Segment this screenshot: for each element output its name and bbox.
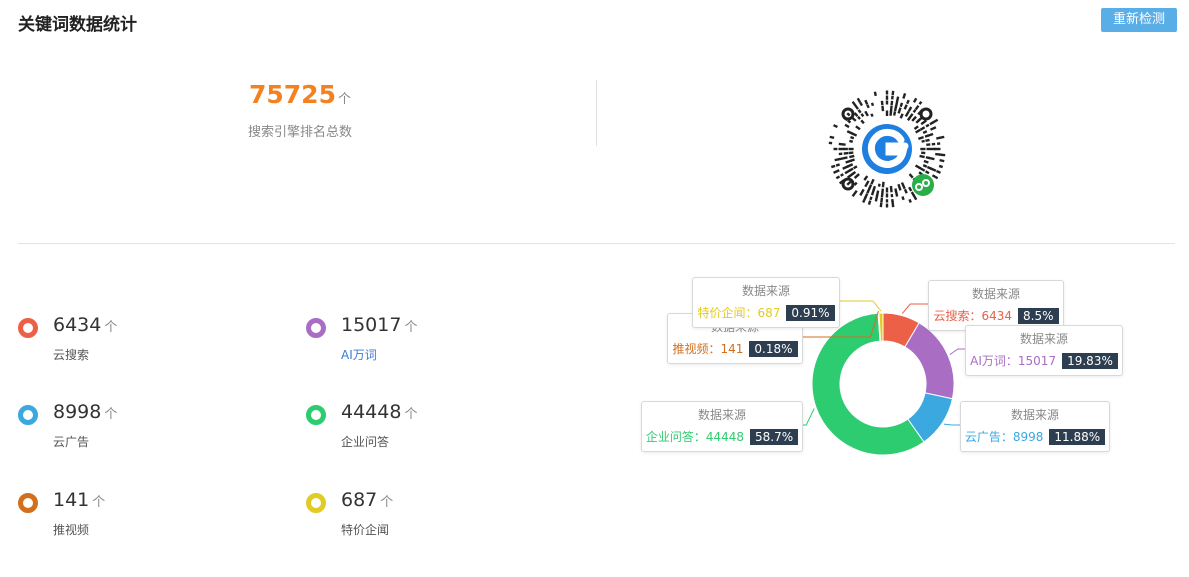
tooltip-title: 数据来源 <box>1019 332 1068 346</box>
stat-value: 6434 <box>53 314 102 336</box>
tooltip-label: 推视频：141 <box>672 342 744 356</box>
enterprise-qa-dot-icon <box>306 405 326 425</box>
tooltip-label: 企业问答：44448 <box>645 430 745 444</box>
stat-value: 44448 <box>341 401 402 423</box>
horizontal-divider <box>18 243 1175 244</box>
yun-ads-dot-icon <box>18 405 38 425</box>
leader-line <box>901 303 928 314</box>
slice-enterprise-qa[interactable] <box>811 312 925 456</box>
tooltip-percent: 8.5% <box>1018 307 1059 324</box>
stat-label: 云广告 <box>53 435 90 449</box>
mini-program-qr-code-icon[interactable] <box>826 88 948 210</box>
tooltip-ai-words: 数据来源 AI万词：15017 19.83% <box>965 325 1123 376</box>
total-label: 搜索引擎排名总数 <box>247 125 352 140</box>
stat-label: 推视频 <box>53 523 90 537</box>
tooltip-enterprise-qa: 数据来源企业问答：44448 58.7% <box>641 401 803 452</box>
tooltip-title: 数据来源 <box>1010 408 1059 422</box>
slice-push-video[interactable] <box>877 312 882 342</box>
leader-line <box>943 423 960 426</box>
push-video-dot-icon <box>18 493 38 513</box>
leader-line <box>840 300 882 312</box>
tooltip-percent: 58.7% <box>750 428 799 445</box>
stat-label: 云搜索 <box>53 348 90 362</box>
ai-words-dot-icon <box>306 318 326 338</box>
stat-unit: 个 <box>104 407 118 422</box>
slice-ai-words[interactable] <box>904 322 955 400</box>
tooltip-percent: 0.91% <box>786 304 835 321</box>
stat-unit: 个 <box>380 495 394 510</box>
stat-unit: 个 <box>104 320 118 335</box>
total-summary: 75725 个 搜索引擎排名总数 <box>200 80 400 140</box>
stat-unit: 个 <box>92 495 106 510</box>
stat-value: 687 <box>341 489 378 511</box>
slice-special-news[interactable] <box>878 312 884 342</box>
stat-value: 8998 <box>53 401 102 423</box>
tooltip-label: 云广告：8998 <box>964 430 1044 444</box>
tooltip-title: 数据来源 <box>741 284 790 298</box>
tooltip-label: AI万词：15017 <box>970 354 1057 368</box>
special-news-dot-icon <box>306 493 326 513</box>
stat-label: 企业问答 <box>341 435 390 449</box>
tooltip-percent: 0.18% <box>749 340 798 357</box>
tooltip-percent: 11.88% <box>1049 428 1106 445</box>
total-count: 75725 <box>249 80 336 109</box>
tooltip-title: 数据来源 <box>971 287 1020 301</box>
yun-search-dot-icon <box>18 318 38 338</box>
tooltip-label: 云搜索：6434 <box>933 309 1013 323</box>
vertical-divider <box>596 80 597 146</box>
stat-label: 特价企闻 <box>341 523 390 537</box>
total-unit: 个 <box>337 92 351 107</box>
keyword-source-chart: 数据来源 云搜索：6434 8.5% 数据来源 AI万词：15017 19.83% 数据来源… <box>0 0 1189 577</box>
recheck-button[interactable]: 重新检测 <box>1101 8 1177 32</box>
leader-line <box>949 348 965 356</box>
stat-value: 141 <box>53 489 90 511</box>
tooltip-percent: 19.83% <box>1062 352 1118 369</box>
leader-line <box>803 408 815 426</box>
slice-yun-ads[interactable] <box>907 392 954 443</box>
stat-value: 15017 <box>341 314 402 336</box>
tooltip-yun-search: 数据来源云搜索：6434 8.5% <box>928 280 1064 331</box>
slice-yun-search[interactable] <box>882 312 920 348</box>
ai-words-link[interactable]: AI万词 <box>341 346 377 363</box>
tooltip-title: 数据来源 <box>697 408 746 422</box>
stat-unit: 个 <box>404 407 418 422</box>
page-title: 关键词数据统计 <box>18 15 137 35</box>
tooltip-special-news: 数据来源特价企闻：687 0.91% <box>692 277 840 328</box>
tooltip-label: 特价企闻：687 <box>697 306 781 320</box>
tooltip-yun-ads: 数据来源云广告：8998 11.88% <box>960 401 1110 452</box>
stat-unit: 个 <box>404 320 418 335</box>
